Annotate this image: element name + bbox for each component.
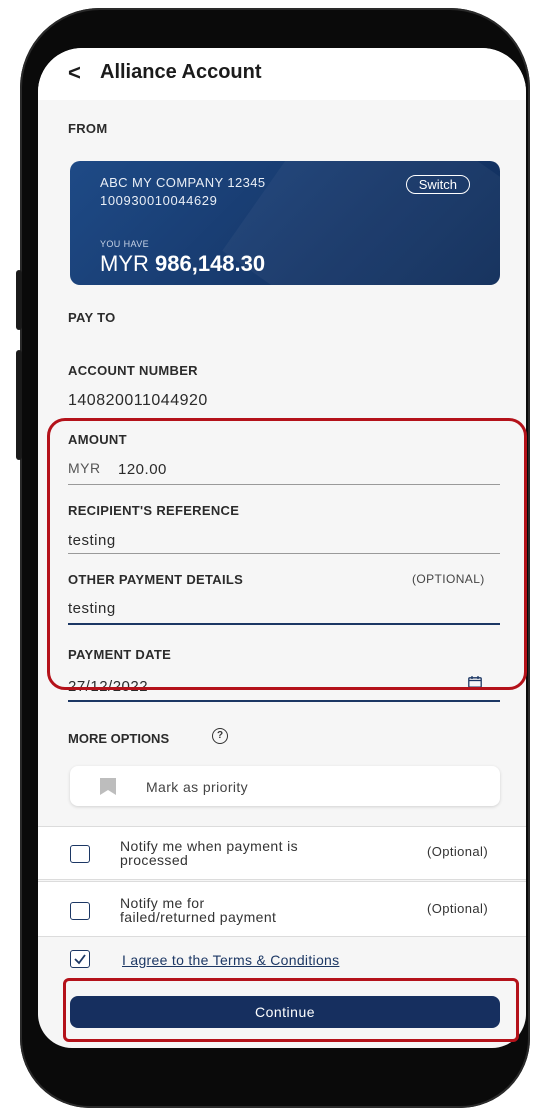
notify-processed-line2: processed: [120, 852, 189, 868]
volume-button: [16, 270, 22, 330]
checkmark-icon: [74, 954, 86, 965]
more-options-label: MORE OPTIONS: [68, 731, 170, 746]
chevron-left-icon[interactable]: <: [68, 60, 81, 86]
account-number-label: ACCOUNT NUMBER: [68, 363, 198, 378]
notify-processed-optional: (Optional): [427, 844, 489, 859]
highlight-continue: [63, 978, 519, 1042]
notify-processed-line1: Notify me when payment is: [120, 838, 299, 854]
notify-processed-checkbox[interactable]: [70, 845, 90, 863]
header-bar: < Alliance Account: [38, 48, 526, 100]
notify-failed-line2: failed/returned payment: [120, 909, 277, 925]
notify-failed-checkbox[interactable]: [70, 902, 90, 920]
power-button: [16, 350, 22, 460]
mark-priority-button[interactable]: Mark as priority: [70, 766, 500, 806]
highlight-form-fields: [47, 418, 527, 690]
payment-date-underline: [68, 700, 500, 702]
terms-checkbox[interactable]: [70, 950, 90, 968]
bookmark-icon: [100, 778, 116, 795]
account-number-value: 140820011044920: [68, 392, 208, 409]
priority-label: Mark as priority: [146, 779, 249, 795]
from-label: FROM: [68, 121, 108, 136]
balance-amount: MYR 986,148.30: [100, 251, 266, 276]
notify-processed-row[interactable]: Notify me when payment is processed (Opt…: [38, 826, 526, 880]
account-card[interactable]: ABC MY COMPANY 12345 100930010044629 Swi…: [70, 161, 500, 285]
account-name: ABC MY COMPANY 12345: [100, 175, 266, 190]
help-icon[interactable]: ?: [212, 728, 228, 744]
notify-failed-optional: (Optional): [427, 901, 489, 916]
pay-to-label: PAY TO: [68, 310, 116, 325]
page-title: Alliance Account: [100, 61, 262, 83]
terms-link[interactable]: I agree to the Terms & Conditions: [122, 952, 339, 968]
notify-failed-row[interactable]: Notify me for failed/returned payment (O…: [38, 881, 526, 937]
notify-failed-line1: Notify me for: [120, 895, 205, 911]
switch-button[interactable]: Switch: [405, 175, 470, 194]
you-have-label: YOU HAVE: [100, 239, 150, 249]
account-number: 100930010044629: [100, 193, 218, 208]
